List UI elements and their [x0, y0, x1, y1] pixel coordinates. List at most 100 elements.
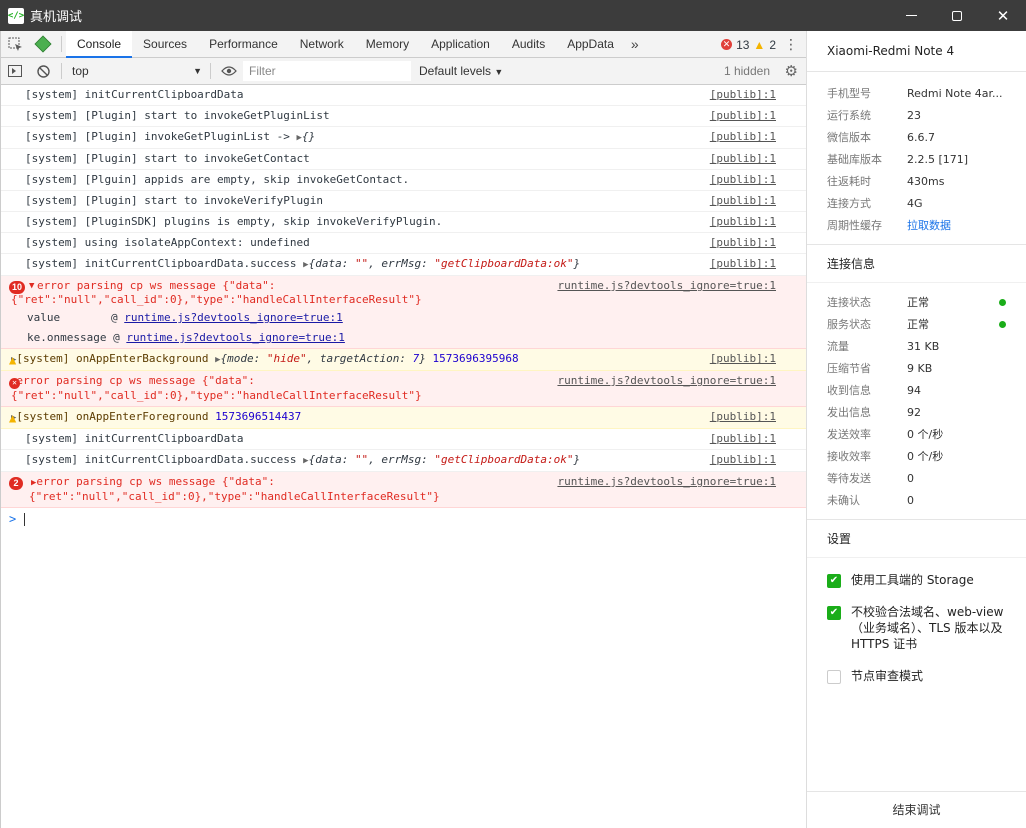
clear-console-button[interactable]	[29, 58, 57, 85]
clear-icon	[36, 64, 50, 78]
conn-row: 发送效率 0 个/秒	[807, 423, 1026, 445]
error-message-cont: {"ret":"null","call_id":0},"type":"handl…	[11, 293, 422, 306]
app-logo-icon: </>	[8, 7, 24, 24]
obj-part: }	[419, 352, 426, 365]
context-select[interactable]: top ▼	[66, 61, 206, 81]
stack-frame: value @ runtime.js?devtools_ignore=true:1	[11, 311, 782, 325]
conn-row: 流量 31 KB	[807, 335, 1026, 357]
log-object[interactable]: {mode: "hide", targetAction: 7}	[221, 352, 426, 365]
console-prompt[interactable]: >	[1, 508, 806, 530]
obj-string: "hide"	[266, 352, 307, 365]
setting-label: 节点审查模式	[851, 669, 924, 683]
console-settings-icon[interactable]: ⚙	[785, 58, 798, 85]
fetch-data-link[interactable]: 拉取数据	[907, 217, 951, 233]
error-count-badge: 10	[9, 280, 26, 294]
source-link[interactable]: [publib]:1	[710, 352, 776, 366]
stop-debug-button[interactable]: 结束调试	[807, 791, 1026, 828]
tab-appdata[interactable]: AppData	[556, 31, 625, 58]
log-object[interactable]: {data: "", errMsg: "getClipboardData:ok"…	[309, 453, 581, 466]
log-object[interactable]: {}	[302, 130, 315, 143]
source-link[interactable]: runtime.js?devtools_ignore=true:1	[557, 374, 776, 388]
issue-counts[interactable]: ✕ 13 ▲ 2	[721, 31, 776, 58]
obj-part: , errMsg:	[368, 453, 435, 466]
tab-network[interactable]: Network	[289, 31, 355, 58]
badge-count: 2	[9, 476, 23, 490]
warning-row: ▲ ▶[system] onAppEnterForeground 1573696…	[1, 407, 806, 429]
sidebar-toggle-button[interactable]	[1, 58, 29, 85]
info-value: 9 KB	[907, 361, 933, 375]
info-key: 发送效率	[827, 428, 871, 441]
source-link[interactable]: [publib]:1	[710, 152, 776, 166]
tab-audits[interactable]: Audits	[501, 31, 556, 58]
log-row: [system] [Plugin] invokeGetPluginList ->…	[1, 127, 806, 149]
info-value: 430ms	[907, 174, 945, 188]
obj-part: , errMsg:	[368, 257, 435, 270]
minimize-button[interactable]	[888, 0, 934, 31]
stack-fn: ke.onmessage	[27, 331, 107, 344]
info-value: 92	[907, 405, 921, 419]
more-options-icon[interactable]: ⋮	[784, 31, 798, 58]
obj-part: {data:	[308, 257, 355, 270]
tab-memory[interactable]: Memory	[355, 31, 420, 58]
inspect-element-button[interactable]	[1, 31, 29, 58]
error-icon: ✕	[9, 375, 20, 389]
source-link[interactable]: [publib]:1	[710, 173, 776, 187]
tab-sources[interactable]: Sources	[132, 31, 198, 58]
maximize-button[interactable]	[934, 0, 980, 31]
close-button[interactable]: ✕	[980, 0, 1026, 31]
log-object[interactable]: {data: "", errMsg: "getClipboardData:ok"…	[309, 257, 581, 270]
info-row-network: 连接方式 4G	[807, 192, 1026, 214]
console-filterbar: top ▼ Default levels ▼ 1 hidden ⚙	[1, 58, 806, 85]
device-toggle-button[interactable]	[29, 31, 57, 58]
settings-list: ✔ 使用工具端的 Storage ✔ 不校验合法域名、web-view（业务域名）、…	[807, 558, 1026, 692]
log-text: [system] [PluginSDK] plugins is empty, s…	[25, 215, 443, 228]
setting-storage-checkbox[interactable]: ✔ 使用工具端的 Storage	[807, 564, 1026, 596]
warning-row: ▲ ▶[system] onAppEnterBackground ▶{mode:…	[1, 349, 806, 371]
stack-link[interactable]: runtime.js?devtools_ignore=true:1	[126, 331, 345, 344]
conn-row: 接收效率 0 个/秒	[807, 445, 1026, 467]
source-link[interactable]: runtime.js?devtools_ignore=true:1	[557, 279, 776, 293]
source-link[interactable]: [publib]:1	[710, 257, 776, 271]
collapse-triangle-icon[interactable]: ▼	[29, 279, 34, 293]
obj-part: , targetAction:	[306, 352, 413, 365]
source-link[interactable]: [publib]:1	[710, 215, 776, 229]
obj-string: ""	[354, 453, 369, 466]
source-link[interactable]: [publib]:1	[710, 130, 776, 144]
log-text: [system] initCurrentClipboardData	[25, 432, 244, 445]
info-value: 31 KB	[907, 339, 940, 353]
log-levels-select[interactable]: Default levels ▼	[419, 64, 503, 78]
conn-row: 发出信息 92	[807, 401, 1026, 423]
tab-application[interactable]: Application	[420, 31, 501, 58]
tab-performance[interactable]: Performance	[198, 31, 289, 58]
console-messages: [system] initCurrentClipboardData [publib…	[1, 85, 806, 530]
log-text: [system] [Plguin] appids are empty, skip…	[25, 173, 410, 186]
info-value: 0 个/秒	[907, 450, 944, 463]
live-expression-button[interactable]	[215, 63, 243, 79]
checkbox-checked-icon[interactable]: ✔	[827, 606, 841, 620]
log-row: [system] [Plugin] start to invokeGetPlug…	[1, 106, 806, 127]
checkbox-checked-icon[interactable]: ✔	[827, 574, 841, 588]
info-key: 收到信息	[827, 384, 871, 397]
setting-domain-check-checkbox[interactable]: ✔ 不校验合法域名、web-view（业务域名）、TLS 版本以及 HTTPS 证…	[807, 596, 1026, 660]
source-link[interactable]: runtime.js?devtools_ignore=true:1	[557, 475, 776, 489]
source-link[interactable]: [publib]:1	[710, 194, 776, 208]
source-link[interactable]: [publib]:1	[710, 88, 776, 102]
more-tabs-button[interactable]: »	[625, 36, 645, 52]
source-link[interactable]: [publib]:1	[710, 432, 776, 446]
log-row: [system] [Plguin] appids are empty, skip…	[1, 170, 806, 191]
badge-count: 10	[9, 280, 26, 294]
log-levels-label: Default levels	[419, 64, 492, 78]
stack-link[interactable]: runtime.js?devtools_ignore=true:1	[124, 311, 343, 324]
source-link[interactable]: [publib]:1	[710, 236, 776, 250]
window-title: 真机调试	[30, 10, 83, 25]
source-link[interactable]: [publib]:1	[710, 109, 776, 123]
info-value: 23	[907, 108, 921, 122]
setting-node-inspect-checkbox[interactable]: 节点审查模式	[807, 660, 1026, 692]
source-link[interactable]: [publib]:1	[710, 453, 776, 467]
tab-console[interactable]: Console	[66, 30, 133, 58]
filter-input[interactable]	[243, 61, 411, 81]
section-title-connection: 连接信息	[807, 244, 1026, 283]
error-message-cont: {"ret":"null","call_id":0},"type":"handl…	[11, 389, 422, 402]
source-link[interactable]: [publib]:1	[710, 410, 776, 424]
checkbox-unchecked-icon[interactable]	[827, 670, 841, 684]
